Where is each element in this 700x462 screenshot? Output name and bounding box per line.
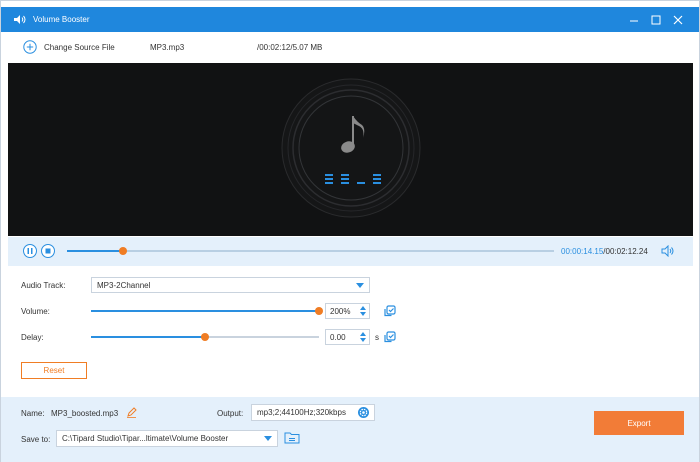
volume-booster-window: Volume Booster Change Source File MP3.mp… xyxy=(0,0,700,462)
reset-button[interactable]: Reset xyxy=(21,362,87,379)
chevron-down-icon xyxy=(356,283,364,288)
save-to-label: Save to: xyxy=(21,435,51,444)
playback-progress-thumb[interactable] xyxy=(119,247,127,255)
save-path-select[interactable]: C:\Tipard Studio\Tipar...ltimate\Volume … xyxy=(56,430,278,447)
time-display: 00:00:14.15/00:02:12.24 xyxy=(561,247,648,256)
delay-stepper[interactable]: 0.00 xyxy=(325,329,370,345)
maximize-icon xyxy=(651,15,661,25)
chevron-down-icon xyxy=(264,436,272,441)
delay-slider-thumb[interactable] xyxy=(201,333,209,341)
volume-stepper[interactable]: 200% xyxy=(325,303,370,319)
speaker-app-icon xyxy=(14,15,26,24)
name-label: Name: xyxy=(21,409,45,418)
output-label: Output: xyxy=(217,409,244,418)
close-button[interactable] xyxy=(671,13,685,27)
close-icon xyxy=(673,15,683,25)
volume-value: 200% xyxy=(330,307,351,316)
minimize-icon xyxy=(630,20,638,22)
audio-track-select[interactable]: MP3-2Channel xyxy=(91,277,370,293)
maximize-button[interactable] xyxy=(649,13,663,27)
stepper-arrows-icon[interactable] xyxy=(359,305,367,317)
save-path-value: C:\Tipard Studio\Tipar...ltimate\Volume … xyxy=(62,434,229,443)
volume-slider[interactable] xyxy=(91,307,323,315)
audio-preview xyxy=(8,63,693,236)
source-file-bar: Change Source File MP3.mp3 /00:02:12/5.0… xyxy=(1,32,699,63)
playback-bar: 00:00:14.15/00:02:12.24 xyxy=(8,237,693,266)
delay-value: 0.00 xyxy=(330,333,346,342)
stop-button[interactable] xyxy=(41,244,55,258)
add-file-icon[interactable] xyxy=(23,40,37,54)
volume-slider-thumb[interactable] xyxy=(315,307,323,315)
pause-icon xyxy=(27,248,33,254)
output-format-value: mp3;2;44100Hz;320kbps xyxy=(257,408,346,417)
volume-icon[interactable] xyxy=(661,245,675,257)
gear-icon[interactable] xyxy=(357,406,370,419)
delay-slider-fill xyxy=(91,336,205,338)
apply-to-all-icon[interactable] xyxy=(384,305,396,317)
volume-label: Volume: xyxy=(21,307,50,316)
stop-icon xyxy=(45,248,51,254)
apply-to-all-icon[interactable] xyxy=(384,331,396,343)
window-title: Volume Booster xyxy=(33,15,90,24)
source-file-info: /00:02:12/5.07 MB xyxy=(257,43,323,52)
audio-track-value: MP3-2Channel xyxy=(97,281,151,290)
change-source-file-button[interactable]: Change Source File xyxy=(44,43,115,52)
stepper-arrows-icon[interactable] xyxy=(359,331,367,343)
volume-slider-fill xyxy=(91,310,319,312)
audio-track-label: Audio Track: xyxy=(21,281,66,290)
export-button[interactable]: Export xyxy=(594,411,684,435)
equalizer-bars-icon xyxy=(325,174,381,184)
current-time: 00:00:14.15 xyxy=(561,247,604,256)
playback-progress-fill xyxy=(67,250,123,252)
music-note-icon xyxy=(341,116,365,153)
output-file-name: MP3_boosted.mp3 xyxy=(51,409,119,418)
title-bar: Volume Booster xyxy=(1,7,699,32)
delay-label: Delay: xyxy=(21,333,44,342)
pause-button[interactable] xyxy=(23,244,37,258)
edit-pencil-icon[interactable] xyxy=(126,407,137,418)
minimize-button[interactable] xyxy=(627,13,641,27)
delay-slider[interactable] xyxy=(91,333,319,341)
delay-unit: s xyxy=(375,333,379,342)
source-file-name: MP3.mp3 xyxy=(150,43,185,52)
folder-icon[interactable] xyxy=(284,431,300,444)
playback-progress-slider[interactable] xyxy=(67,247,554,255)
total-time: 00:02:12.24 xyxy=(605,247,648,256)
